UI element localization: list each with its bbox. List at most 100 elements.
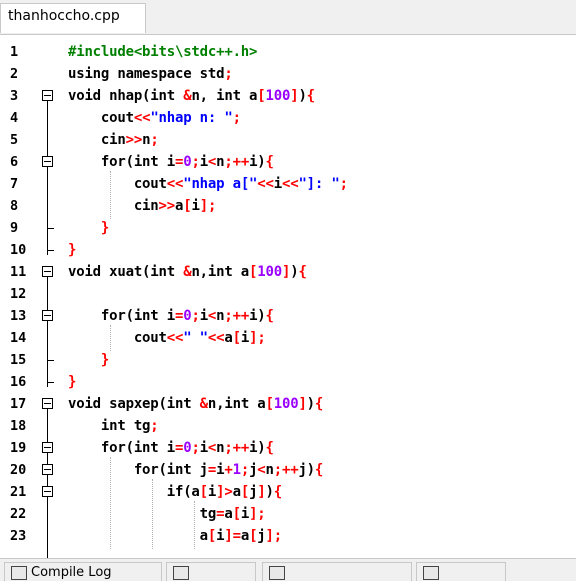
indent-guide <box>194 501 195 549</box>
code-token: { <box>314 462 324 478</box>
code-token: { <box>265 440 274 456</box>
code-text: for(int i=0;i<n;++i){ <box>68 437 274 459</box>
code-token: ; <box>207 198 217 214</box>
indent-guide <box>110 171 111 219</box>
line-number: 21 <box>10 484 27 500</box>
code-token: < <box>207 440 217 456</box>
code-line: 16} <box>0 371 576 393</box>
compile-log-icon <box>11 565 27 580</box>
file-tab[interactable]: thanhoccho.cpp <box>0 3 146 33</box>
code-line: 19 for(int i=0;i<n;++i){ <box>0 437 576 459</box>
code-token: < <box>207 308 217 324</box>
find-results-icon <box>269 565 285 580</box>
code-token: } <box>68 220 110 236</box>
code-token: void xuat(int <box>68 264 184 280</box>
code-token: = <box>174 154 184 170</box>
code-token: a <box>240 528 250 544</box>
code-token: 100 <box>257 264 282 280</box>
code-token: for(int i <box>68 154 175 170</box>
code-token: cin <box>68 132 126 148</box>
fold-toggle[interactable] <box>42 398 53 409</box>
code-token: ; <box>232 110 241 126</box>
code-text: } <box>68 217 109 239</box>
debug-tab[interactable] <box>166 562 256 581</box>
code-text: #include<bits\stdc++.h> <box>68 41 257 63</box>
code-token: i <box>207 484 217 500</box>
code-token: ; <box>257 506 266 522</box>
code-token: < <box>257 462 266 478</box>
line-number: 8 <box>10 198 19 214</box>
code-token: for(int i <box>68 308 175 324</box>
code-token: cout <box>68 110 134 126</box>
code-token: [ <box>232 506 241 522</box>
code-token: ; <box>191 154 200 170</box>
code-token: = <box>207 462 217 478</box>
code-token: ] <box>265 528 274 544</box>
code-token: i <box>199 308 208 324</box>
code-token: for(int j <box>68 462 208 478</box>
code-token: = <box>174 308 184 324</box>
code-token: ] <box>199 198 208 214</box>
code-token: cout <box>68 330 167 346</box>
code-line: 4 cout<<"nhap n: "; <box>0 107 576 129</box>
code-token: a <box>224 330 233 346</box>
code-token: #include<bits\stdc++.h> <box>68 44 258 60</box>
fold-toggle[interactable] <box>42 90 53 101</box>
code-token: } <box>68 242 77 258</box>
code-token: a <box>232 484 241 500</box>
code-text: void nhap(int &n, int a[100]){ <box>68 85 315 107</box>
code-token: << <box>133 110 151 126</box>
code-token: << <box>166 176 184 192</box>
fold-end <box>47 228 54 229</box>
code-text: using namespace std; <box>68 63 233 85</box>
code-token: for(int i <box>68 440 175 456</box>
code-token: ; <box>240 462 250 478</box>
compile-log-tab[interactable]: Compile Log <box>4 562 162 581</box>
code-token: = <box>174 440 184 456</box>
indent-guide <box>152 479 153 549</box>
code-token: << <box>281 176 299 192</box>
code-token: ; <box>257 330 266 346</box>
code-token: "nhap n: " <box>150 110 233 126</box>
fold-toggle[interactable] <box>42 310 53 321</box>
line-number: 18 <box>10 418 27 434</box>
code-token: n, int a <box>191 88 258 104</box>
code-token: } <box>68 352 110 368</box>
code-token: using namespace std <box>68 66 225 82</box>
code-token: "]: " <box>298 176 340 192</box>
code-line: 23 a[i]=a[j]; <box>0 525 576 547</box>
fold-toggle[interactable] <box>42 442 53 453</box>
code-token: { <box>265 308 274 324</box>
code-token: > <box>224 484 233 500</box>
line-number: 3 <box>10 88 19 104</box>
code-token: ; <box>273 528 282 544</box>
line-number: 23 <box>10 528 27 544</box>
code-token: i <box>240 330 250 346</box>
code-text: for(int i=0;i<n;++i){ <box>68 305 274 327</box>
code-token: [ <box>257 88 266 104</box>
fold-toggle[interactable] <box>42 156 53 167</box>
file-tab-label: thanhoccho.cpp <box>8 8 120 24</box>
code-editor[interactable]: 1 #include<bits\stdc++.h> 2 using namespace… <box>0 34 576 559</box>
code-line: 3 void nhap(int &n, int a[100]){ <box>0 85 576 107</box>
code-text: for(int j=i+1;j<n;++j){ <box>68 459 324 481</box>
fold-toggle[interactable] <box>42 486 53 497</box>
code-token: " " <box>183 330 208 346</box>
code-line: 22 tg=a[i]; <box>0 503 576 525</box>
code-token: i) <box>249 154 266 170</box>
code-token: if(a <box>68 484 200 500</box>
line-number: 1 <box>10 44 19 60</box>
code-token: i <box>199 440 208 456</box>
code-token: i <box>191 198 200 214</box>
fold-toggle[interactable] <box>42 266 53 277</box>
code-token: int tg <box>68 418 151 434</box>
find-results-tab[interactable] <box>262 562 412 581</box>
code-line: 15 } <box>0 349 576 371</box>
fold-toggle[interactable] <box>42 464 53 475</box>
code-token: n,int a <box>191 264 250 280</box>
code-token: [ <box>240 484 250 500</box>
indent-guide <box>110 457 111 549</box>
code-token: >> <box>125 132 143 148</box>
close-panel-tab[interactable] <box>416 562 506 581</box>
fold-end <box>47 250 54 251</box>
